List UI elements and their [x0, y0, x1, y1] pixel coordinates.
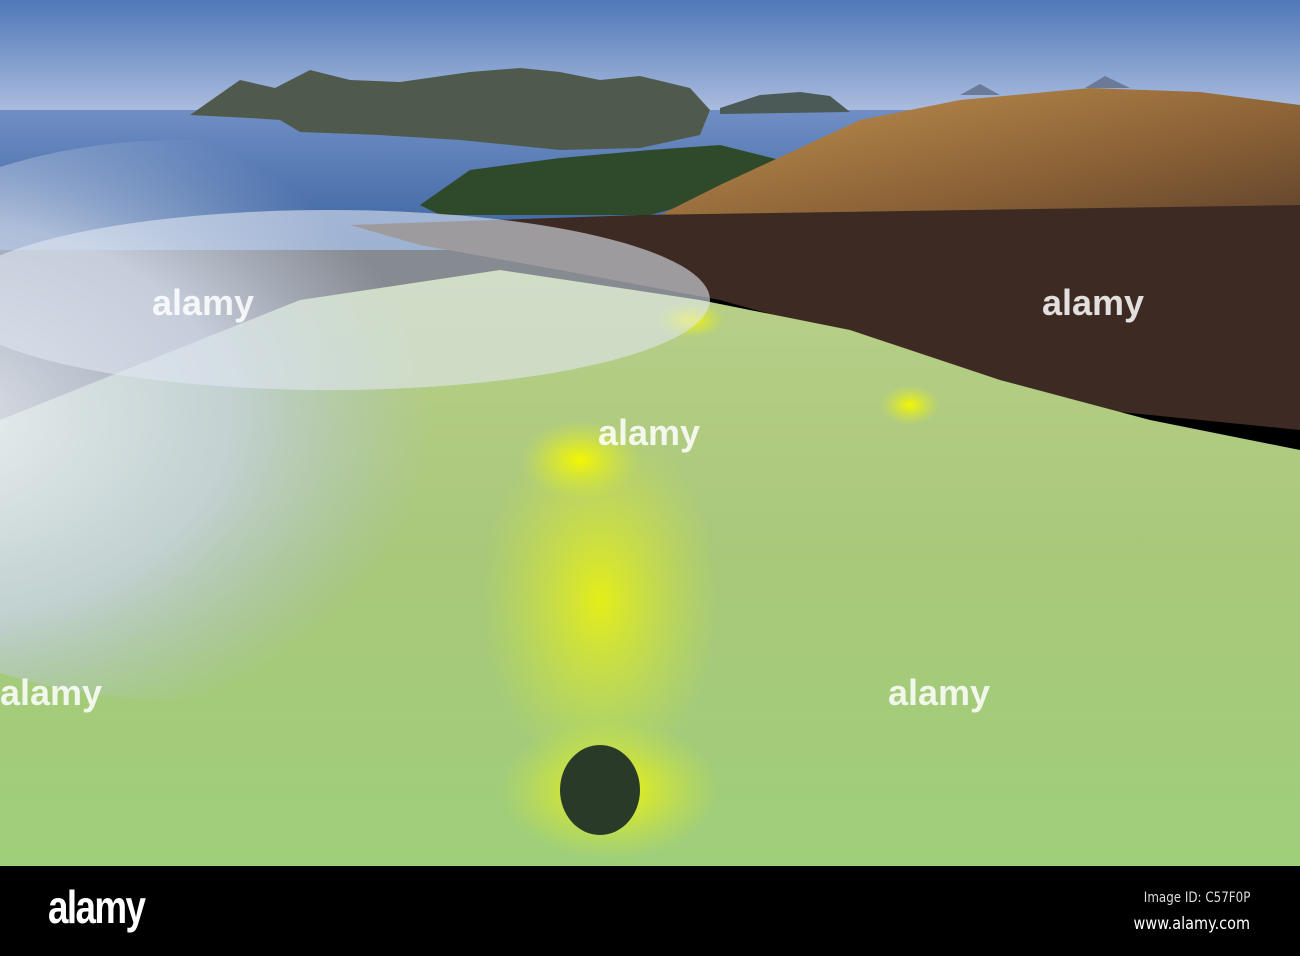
svg-text:alamy: alamy [598, 412, 700, 453]
site-url[interactable]: www.alamy.com [1134, 914, 1250, 934]
landscape-photo: alamy alamy alamy alamy alamy [0, 0, 1300, 866]
svg-text:alamy: alamy [888, 672, 990, 713]
svg-text:alamy: alamy [1042, 282, 1144, 323]
image-id: Image ID: C57F0P [1143, 890, 1250, 906]
svg-text:alamy: alamy [152, 282, 254, 323]
svg-text:alamy: alamy [0, 672, 102, 713]
alamy-logo[interactable]: alamy [48, 880, 146, 934]
footer-bar: alamy Image ID: C57F0P www.alamy.com [0, 866, 1300, 956]
